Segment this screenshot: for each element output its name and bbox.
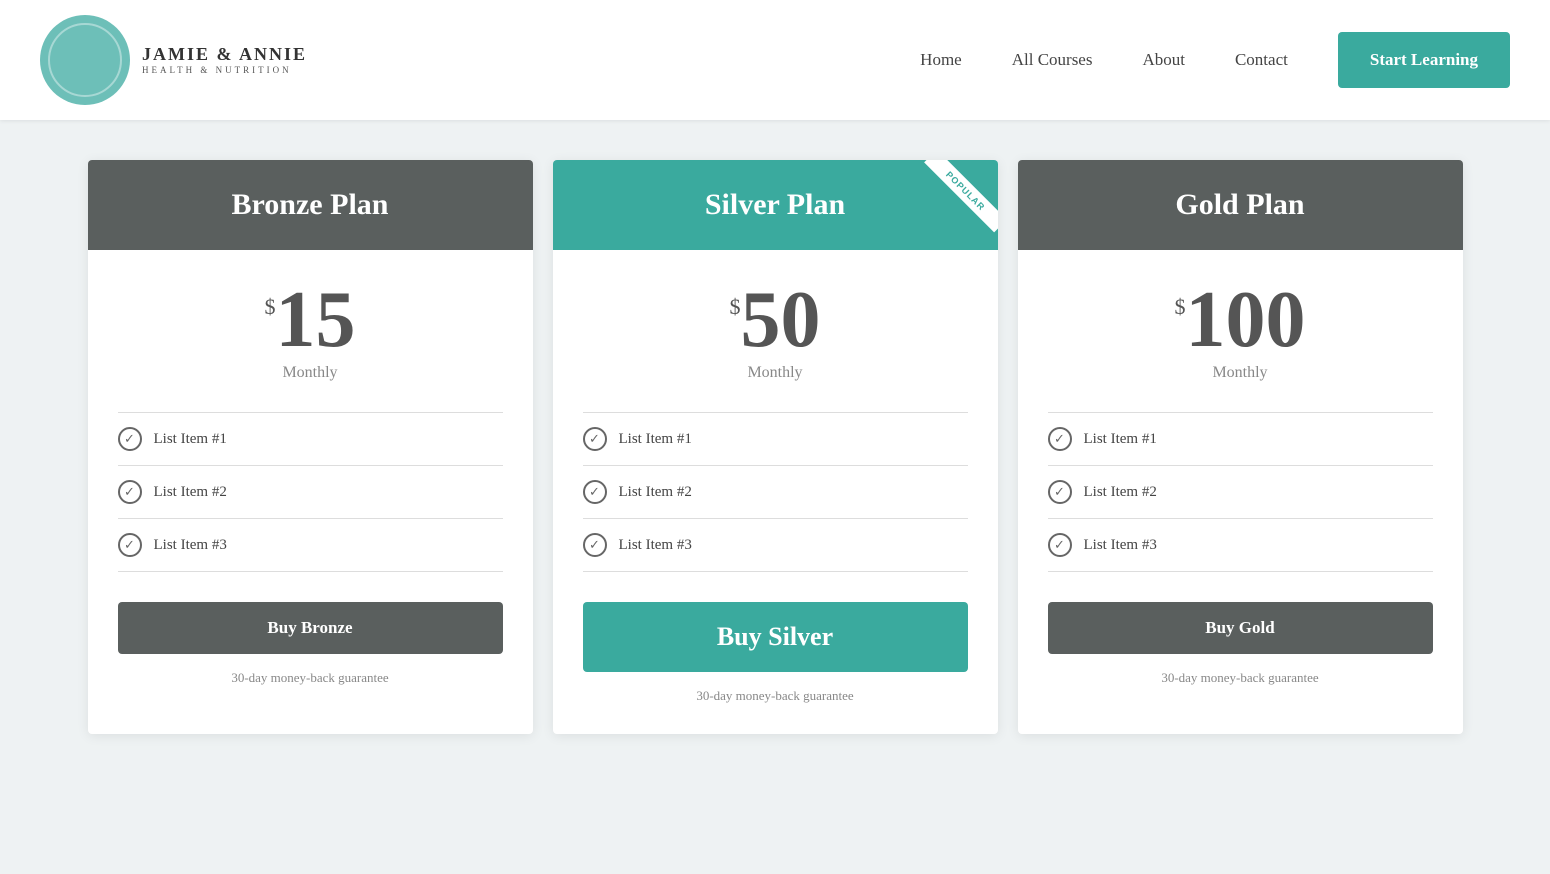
gold-price-period: Monthly <box>1212 364 1267 382</box>
gold-guarantee: 30-day money-back guarantee <box>1161 670 1318 686</box>
gold-feature-list: ✓ List Item #1 ✓ List Item #2 ✓ List Ite… <box>1048 412 1433 572</box>
check-icon: ✓ <box>583 533 607 557</box>
check-icon: ✓ <box>583 480 607 504</box>
bronze-price-row: $ 15 <box>265 280 356 360</box>
gold-feature-2: List Item #2 <box>1084 484 1157 501</box>
bronze-feature-2: List Item #2 <box>154 484 227 501</box>
silver-feature-2: List Item #2 <box>619 484 692 501</box>
gold-plan-title: Gold Plan <box>1175 188 1304 221</box>
gold-plan-header: Gold Plan <box>1018 160 1463 250</box>
silver-price-symbol: $ <box>730 294 741 320</box>
list-item: ✓ List Item #3 <box>583 519 968 572</box>
silver-feature-3: List Item #3 <box>619 537 692 554</box>
check-icon: ✓ <box>583 427 607 451</box>
gold-plan-body: $ 100 Monthly ✓ List Item #1 ✓ List Item… <box>1018 250 1463 734</box>
bronze-plan-body: $ 15 Monthly ✓ List Item #1 ✓ List Item … <box>88 250 533 734</box>
silver-feature-list: ✓ List Item #1 ✓ List Item #2 ✓ List Ite… <box>583 412 968 572</box>
silver-price-row: $ 50 <box>730 280 821 360</box>
check-icon: ✓ <box>1048 480 1072 504</box>
buy-silver-button[interactable]: Buy Silver <box>583 602 968 672</box>
gold-plan-card: Gold Plan $ 100 Monthly ✓ List Item #1 ✓… <box>1018 160 1463 734</box>
bronze-feature-3: List Item #3 <box>154 537 227 554</box>
buy-bronze-button[interactable]: Buy Bronze <box>118 602 503 654</box>
silver-plan-title: Silver Plan <box>705 188 845 221</box>
bronze-guarantee: 30-day money-back guarantee <box>231 670 388 686</box>
check-icon: ✓ <box>1048 427 1072 451</box>
gold-feature-1: List Item #1 <box>1084 431 1157 448</box>
silver-plan-header: Silver Plan <box>553 160 998 250</box>
silver-guarantee: 30-day money-back guarantee <box>696 688 853 704</box>
nav-about[interactable]: About <box>1142 50 1185 70</box>
gold-price-symbol: $ <box>1175 294 1186 320</box>
logo: JAMIE & ANNIE HEALTH & NUTRITION <box>40 15 307 105</box>
nav-contact[interactable]: Contact <box>1235 50 1288 70</box>
bronze-plan-header: Bronze Plan <box>88 160 533 250</box>
list-item: ✓ List Item #2 <box>118 466 503 519</box>
check-icon: ✓ <box>1048 533 1072 557</box>
bronze-price-amount: 15 <box>276 280 356 360</box>
silver-plan-body: $ 50 Monthly ✓ List Item #1 ✓ List Item … <box>553 250 998 734</box>
list-item: ✓ List Item #3 <box>118 519 503 572</box>
logo-circle <box>40 15 130 105</box>
bronze-price-period: Monthly <box>282 364 337 382</box>
bronze-feature-1: List Item #1 <box>154 431 227 448</box>
silver-price-period: Monthly <box>747 364 802 382</box>
list-item: ✓ List Item #1 <box>118 412 503 466</box>
silver-plan-card: Silver Plan $ 50 Monthly ✓ List Item #1 … <box>553 160 998 734</box>
silver-feature-1: List Item #1 <box>619 431 692 448</box>
bronze-feature-list: ✓ List Item #1 ✓ List Item #2 ✓ List Ite… <box>118 412 503 572</box>
buy-gold-button[interactable]: Buy Gold <box>1048 602 1433 654</box>
list-item: ✓ List Item #2 <box>1048 466 1433 519</box>
gold-price-row: $ 100 <box>1175 280 1306 360</box>
bronze-price-symbol: $ <box>265 294 276 320</box>
silver-price-amount: 50 <box>741 280 821 360</box>
gold-price-amount: 100 <box>1186 280 1306 360</box>
logo-main-text: JAMIE & ANNIE <box>142 44 307 66</box>
logo-text: JAMIE & ANNIE HEALTH & NUTRITION <box>142 44 307 76</box>
nav-links: Home All Courses About Contact Start Lea… <box>920 32 1510 88</box>
list-item: ✓ List Item #2 <box>583 466 968 519</box>
popular-badge <box>908 160 998 250</box>
list-item: ✓ List Item #1 <box>583 412 968 466</box>
navigation: JAMIE & ANNIE HEALTH & NUTRITION Home Al… <box>0 0 1550 120</box>
bronze-plan-card: Bronze Plan $ 15 Monthly ✓ List Item #1 … <box>88 160 533 734</box>
nav-home[interactable]: Home <box>920 50 962 70</box>
check-icon: ✓ <box>118 480 142 504</box>
pricing-section: Bronze Plan $ 15 Monthly ✓ List Item #1 … <box>0 120 1550 794</box>
start-learning-button[interactable]: Start Learning <box>1338 32 1510 88</box>
check-icon: ✓ <box>118 533 142 557</box>
bronze-plan-title: Bronze Plan <box>232 188 389 221</box>
gold-feature-3: List Item #3 <box>1084 537 1157 554</box>
logo-sub-text: HEALTH & NUTRITION <box>142 65 307 76</box>
list-item: ✓ List Item #3 <box>1048 519 1433 572</box>
list-item: ✓ List Item #1 <box>1048 412 1433 466</box>
nav-all-courses[interactable]: All Courses <box>1012 50 1093 70</box>
check-icon: ✓ <box>118 427 142 451</box>
